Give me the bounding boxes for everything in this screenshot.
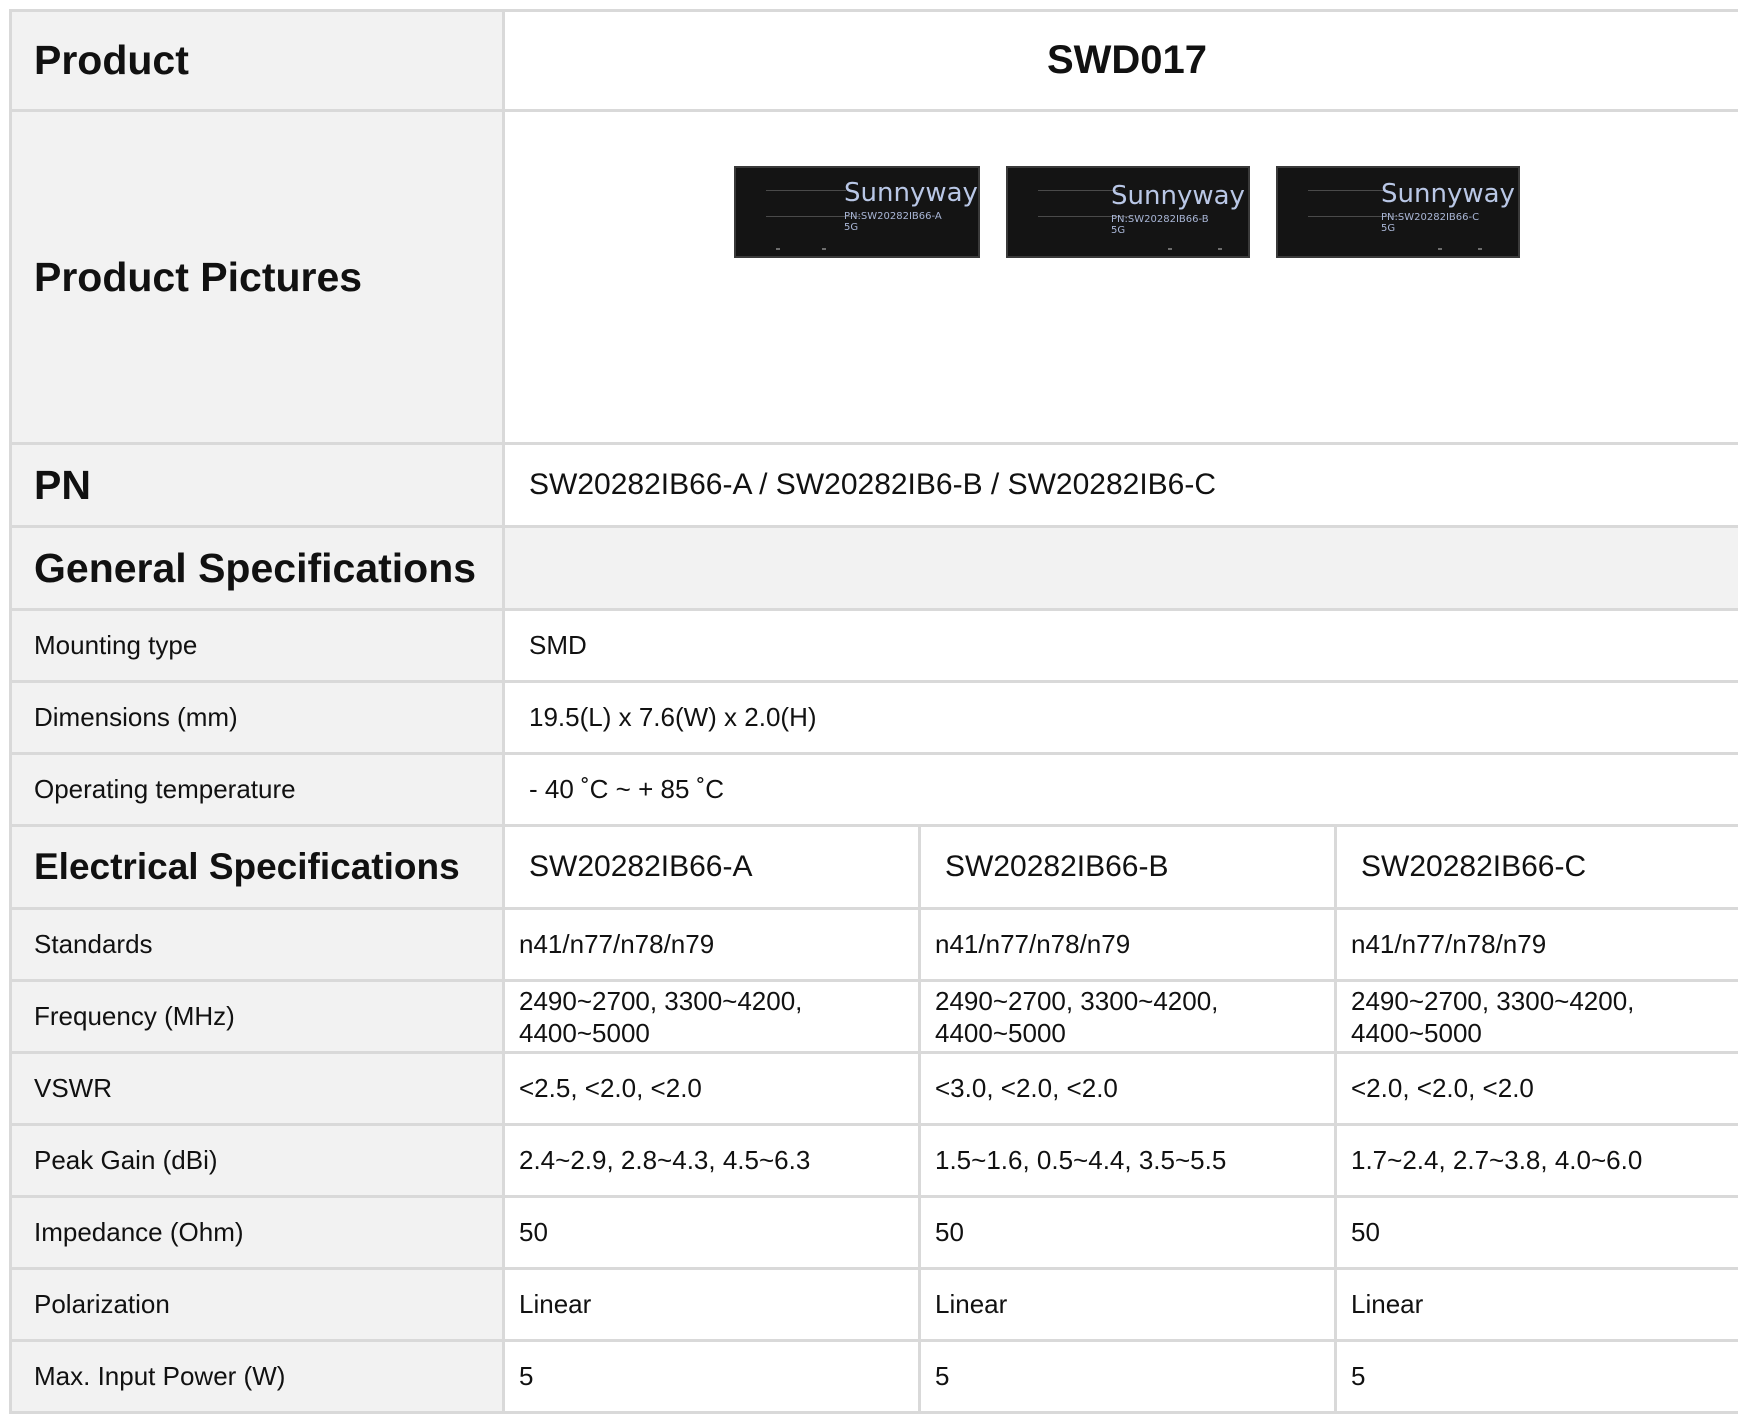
chip-brand: Sunnyway [844,178,978,208]
chip-pn: PN:SW20282IB66-A5G [844,211,942,233]
row-standards: Standards n41/n77/n78/n79 n41/n77/n78/n7… [11,909,1738,981]
row-product-pictures: Product Pictures Sunnyway PN:SW20282IB66… [11,111,1738,444]
product-pictures-cell: Sunnyway PN:SW20282IB66-A5G Sunnyway PN:… [504,111,1738,444]
row-operating-temperature: Operating temperature - 40 ˚C ~ + 85 ˚C [11,754,1738,826]
frequency-value-b: 2490~2700, 3300~4200,4400~5000 [920,981,1336,1053]
row-vswr: VSWR <2.5, <2.0, <2.0 <3.0, <2.0, <2.0 <… [11,1053,1738,1125]
product-pictures-label: Product Pictures [11,111,504,444]
product-image-b: Sunnyway PN:SW20282IB66-B5G [1006,166,1250,258]
chip-pn: PN:SW20282IB66-B5G [1111,214,1209,236]
chip-brand: Sunnyway [1381,179,1515,209]
row-frequency: Frequency (MHz) 2490~2700, 3300~4200,440… [11,981,1738,1053]
standards-value-c: n41/n77/n78/n79 [1336,909,1738,981]
peak-gain-value-c: 1.7~2.4, 2.7~3.8, 4.0~6.0 [1336,1125,1738,1197]
row-electrical-header: Electrical Specifications SW20282IB66-A … [11,826,1738,909]
polarization-value-a: Linear [504,1269,920,1341]
product-image-a: Sunnyway PN:SW20282IB66-A5G [734,166,980,258]
general-header-fill [504,527,1738,610]
pn-label: PN [11,444,504,527]
polarization-value-c: Linear [1336,1269,1738,1341]
peak-gain-value-b: 1.5~1.6, 0.5~4.4, 3.5~5.5 [920,1125,1336,1197]
product-image-c: Sunnyway PN:SW20282IB66-C5G [1276,166,1520,258]
pn-value: SW20282IB66-A / SW20282IB6-B / SW20282IB… [504,444,1738,527]
vswr-value-b: <3.0, <2.0, <2.0 [920,1053,1336,1125]
impedance-value-b: 50 [920,1197,1336,1269]
polarization-label: Polarization [11,1269,504,1341]
product-label: Product [11,11,504,111]
row-dimensions: Dimensions (mm) 19.5(L) x 7.6(W) x 2.0(H… [11,682,1738,754]
row-mounting: Mounting type SMD [11,610,1738,682]
standards-value-a: n41/n77/n78/n79 [504,909,920,981]
row-pn: PN SW20282IB66-A / SW20282IB6-B / SW2028… [11,444,1738,527]
vswr-label: VSWR [11,1053,504,1125]
impedance-value-c: 50 [1336,1197,1738,1269]
dimensions-value: 19.5(L) x 7.6(W) x 2.0(H) [504,682,1738,754]
vswr-value-a: <2.5, <2.0, <2.0 [504,1053,920,1125]
chip-pn: PN:SW20282IB66-C5G [1381,212,1479,234]
standards-label: Standards [11,909,504,981]
polarization-value-b: Linear [920,1269,1336,1341]
operating-temperature-label: Operating temperature [11,754,504,826]
general-title: General Specifications [11,527,504,610]
chip-brand: Sunnyway [1111,181,1245,211]
peak-gain-value-a: 2.4~2.9, 2.8~4.3, 4.5~6.3 [504,1125,920,1197]
electrical-column-c: SW20282IB66-C [1336,826,1738,909]
operating-temperature-value: - 40 ˚C ~ + 85 ˚C [504,754,1738,826]
product-pictures: Sunnyway PN:SW20282IB66-A5G Sunnyway PN:… [505,166,1738,388]
row-product: Product SWD017 [11,11,1738,111]
peak-gain-label: Peak Gain (dBi) [11,1125,504,1197]
dimensions-label: Dimensions (mm) [11,682,504,754]
electrical-title: Electrical Specifications [11,826,504,909]
standards-value-b: n41/n77/n78/n79 [920,909,1336,981]
mounting-label: Mounting type [11,610,504,682]
row-general-header: General Specifications [11,527,1738,610]
frequency-value-a: 2490~2700, 3300~4200,4400~5000 [504,981,920,1053]
row-max-input-power: Max. Input Power (W) 5 5 5 [11,1341,1738,1413]
max-input-power-value-a: 5 [504,1341,920,1413]
max-input-power-label: Max. Input Power (W) [11,1341,504,1413]
max-input-power-value-c: 5 [1336,1341,1738,1413]
row-peak-gain: Peak Gain (dBi) 2.4~2.9, 2.8~4.3, 4.5~6.… [11,1125,1738,1197]
max-input-power-value-b: 5 [920,1341,1336,1413]
impedance-label: Impedance (Ohm) [11,1197,504,1269]
impedance-value-a: 50 [504,1197,920,1269]
row-polarization: Polarization Linear Linear Linear [11,1269,1738,1341]
product-value: SWD017 [504,11,1738,111]
frequency-label: Frequency (MHz) [11,981,504,1053]
spec-table: Product SWD017 Product Pictures Sunnyway… [9,9,1738,1414]
mounting-value: SMD [504,610,1738,682]
electrical-column-a: SW20282IB66-A [504,826,920,909]
electrical-column-b: SW20282IB66-B [920,826,1336,909]
vswr-value-c: <2.0, <2.0, <2.0 [1336,1053,1738,1125]
row-impedance: Impedance (Ohm) 50 50 50 [11,1197,1738,1269]
frequency-value-c: 2490~2700, 3300~4200,4400~5000 [1336,981,1738,1053]
